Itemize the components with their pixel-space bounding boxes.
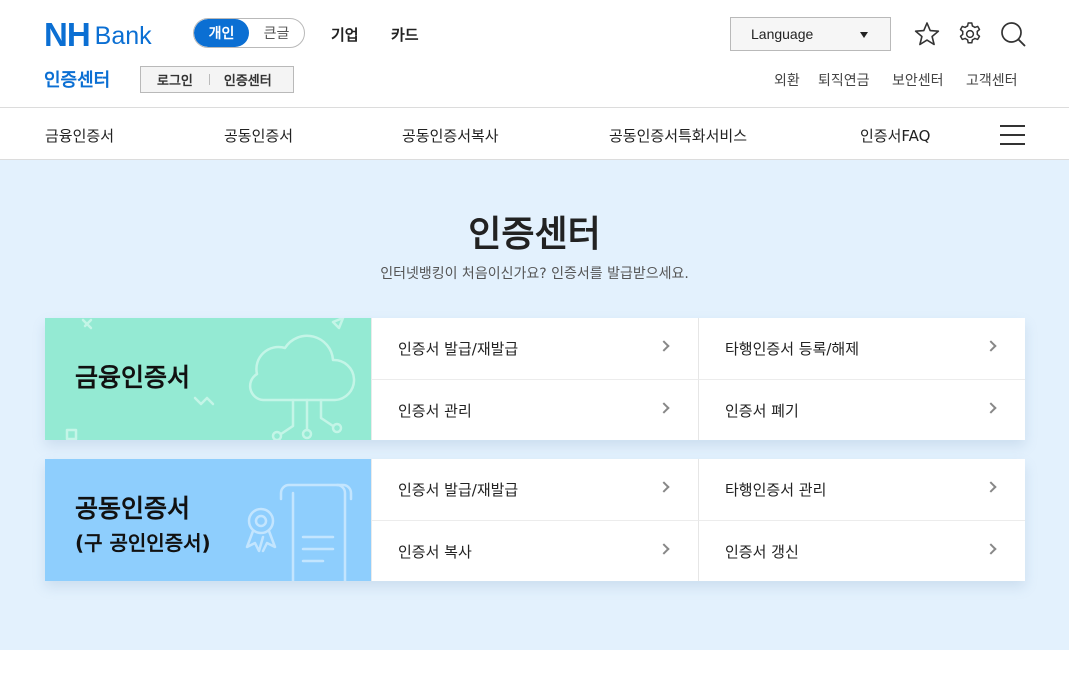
language-select-label: Language (751, 26, 814, 42)
view-mode-toggle: 개인 큰글 (193, 18, 305, 48)
mode-personal-button[interactable]: 개인 (194, 19, 249, 47)
financial-cert-manage-link[interactable]: 인증서 관리 (371, 379, 698, 440)
chevron-right-icon (985, 402, 997, 414)
util-link-security[interactable]: 보안센터 (892, 70, 944, 90)
section-sub-buttons: 로그인 인증센터 (140, 66, 294, 93)
card-side-panel: 공동인증서 (구 공인인증서) (45, 459, 371, 581)
cell-label: 타행인증서 관리 (725, 481, 827, 499)
nav-cert-faq[interactable]: 인증서FAQ (860, 125, 930, 146)
chevron-right-icon (658, 340, 670, 352)
hero-subtitle: 인터넷뱅킹이 처음이신가요? 인증서를 발급받으세요. (380, 266, 689, 282)
gear-icon (959, 22, 981, 44)
search-icon (1001, 22, 1026, 47)
joint-cert-copy-link[interactable]: 인증서 복사 (371, 520, 698, 581)
login-button[interactable]: 로그인 (157, 70, 193, 89)
card-side-panel: 금융인증서 (45, 318, 371, 440)
financial-cert-card: 금융인증서 인증서 발급/재발급 타행인증서 등록/해제 인증서 관리 인증서 … (45, 318, 1025, 440)
chevron-right-icon (658, 543, 670, 555)
joint-cert-card: 공동인증서 (구 공인인증서) 인증서 발급/재발급 타행인증서 관리 인증서 … (45, 459, 1025, 581)
util-link-forex[interactable]: 외환 (774, 70, 800, 90)
cell-label: 인증서 관리 (398, 401, 472, 420)
joint-cert-other-bank-link[interactable]: 타행인증서 관리 (698, 459, 1025, 520)
star-icon (914, 22, 940, 46)
util-link-pension[interactable]: 퇴직연금 (818, 70, 870, 90)
top-header: NH Bank 개인 큰글 기업 카드 Language 인증센터 로그인 인증… (0, 0, 1069, 108)
joint-cert-issue-link[interactable]: 인증서 발급/재발급 (371, 459, 698, 520)
section-title: 인증센터 (44, 70, 111, 91)
joint-cert-renew-link[interactable]: 인증서 갱신 (698, 520, 1025, 581)
cell-label: 인증서 복사 (398, 542, 472, 561)
chevron-right-icon (658, 402, 670, 414)
language-select[interactable]: Language (730, 17, 891, 51)
card-title: 공동인증서 (75, 494, 191, 523)
cell-label: 인증서 발급/재발급 (398, 340, 519, 358)
cell-label: 타행인증서 등록/해제 (725, 340, 860, 358)
nh-bank-logo[interactable]: NH Bank (44, 16, 152, 53)
favorite-button[interactable] (913, 20, 941, 48)
chevron-right-icon (985, 481, 997, 493)
cell-label: 인증서 폐기 (725, 401, 799, 420)
nav-joint-cert[interactable]: 공동인증서 (224, 125, 293, 146)
financial-cert-revoke-link[interactable]: 인증서 폐기 (698, 379, 1025, 440)
financial-cert-issue-link[interactable]: 인증서 발급/재발급 (371, 318, 698, 379)
cell-label: 인증서 발급/재발급 (398, 481, 519, 499)
card-subtitle: (구 공인인증서) (75, 531, 211, 555)
logo-bank-text: Bank (94, 22, 152, 50)
hero-title: 인증센터 (468, 214, 601, 255)
chevron-right-icon (985, 543, 997, 555)
nav-joint-cert-special[interactable]: 공동인증서특화서비스 (609, 125, 747, 146)
nav-financial-cert[interactable]: 금융인증서 (45, 125, 114, 146)
cert-center-button[interactable]: 인증센터 (224, 70, 272, 89)
caret-down-icon (860, 32, 868, 38)
card-title: 금융인증서 (75, 363, 191, 392)
logo-nh-text: NH (44, 16, 91, 53)
nav-card-link[interactable]: 카드 (391, 24, 419, 45)
hamburger-icon[interactable] (1000, 125, 1025, 145)
nav-business-link[interactable]: 기업 (331, 24, 359, 45)
chevron-right-icon (985, 340, 997, 352)
main-navigation: 금융인증서 공동인증서 공동인증서복사 공동인증서특화서비스 인증서FAQ (0, 109, 1069, 160)
mode-large-text-button[interactable]: 큰글 (249, 19, 304, 47)
settings-button[interactable] (956, 20, 984, 48)
search-button[interactable] (999, 20, 1027, 48)
chevron-right-icon (658, 481, 670, 493)
sub-button-divider (208, 74, 210, 85)
util-link-customer[interactable]: 고객센터 (966, 70, 1018, 90)
cell-label: 인증서 갱신 (725, 542, 799, 561)
financial-cert-other-bank-link[interactable]: 타행인증서 등록/해제 (698, 318, 1025, 379)
nav-joint-cert-copy[interactable]: 공동인증서복사 (402, 125, 499, 146)
